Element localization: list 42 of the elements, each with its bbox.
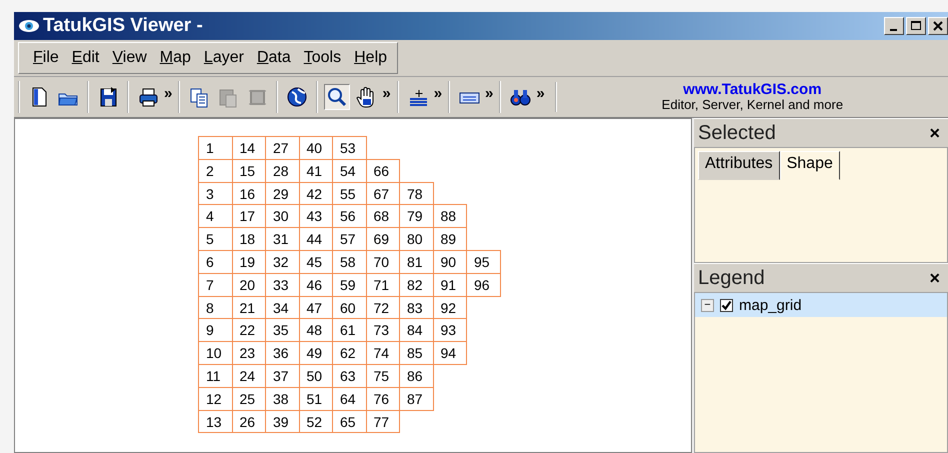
- menu-item[interactable]: Tools: [304, 49, 342, 67]
- grid-cell[interactable]: 96: [466, 272, 500, 297]
- layer-row[interactable]: − map_grid: [695, 293, 947, 317]
- grid-cell[interactable]: 66: [366, 158, 400, 183]
- menu-item[interactable]: File: [33, 49, 59, 67]
- website-link[interactable]: www.TatukGIS.com: [683, 82, 822, 98]
- close-button[interactable]: ×: [929, 268, 940, 288]
- layer-name: map_grid: [739, 296, 802, 314]
- window-title: TatukGIS Viewer -: [43, 15, 204, 37]
- grid-cell[interactable]: 53: [332, 136, 366, 160]
- collapse-toggle[interactable]: −: [701, 298, 714, 312]
- search-icon[interactable]: [324, 84, 350, 110]
- checkbox[interactable]: [720, 298, 733, 312]
- menu-item[interactable]: Layer: [204, 49, 244, 67]
- close-icon[interactable]: [928, 17, 948, 35]
- grid-cell[interactable]: 1: [198, 136, 232, 160]
- grid-cell[interactable]: 94: [432, 341, 467, 365]
- minimize-icon[interactable]: [884, 17, 904, 35]
- overflow-chevron[interactable]: »: [434, 84, 442, 102]
- maximize-icon[interactable]: [906, 17, 926, 35]
- menu-item[interactable]: Map: [160, 49, 191, 67]
- close-button[interactable]: ×: [929, 122, 940, 144]
- menu-item[interactable]: View: [112, 49, 147, 67]
- overflow-chevron[interactable]: »: [485, 84, 494, 102]
- tagline: Editor, Server, Kernel and more: [662, 98, 844, 112]
- grid-cell[interactable]: 13: [198, 410, 232, 434]
- overflow-chevron[interactable]: »: [164, 84, 172, 102]
- panel-title: Legend: [698, 266, 765, 290]
- panel-title: Selected: [698, 122, 776, 144]
- overflow-chevron[interactable]: »: [382, 84, 391, 102]
- menu-item[interactable]: Data: [256, 49, 291, 67]
- tab[interactable]: Attributes: [698, 151, 780, 180]
- menu-item[interactable]: Edit: [72, 49, 100, 67]
- grid-cell[interactable]: 78: [399, 182, 434, 206]
- grid-cell[interactable]: 88: [432, 204, 467, 228]
- grid-cell[interactable]: 77: [366, 410, 400, 434]
- eye-icon: [18, 19, 40, 33]
- tab[interactable]: Shape: [780, 151, 840, 180]
- grid-cell[interactable]: 95: [466, 250, 500, 274]
- overflow-chevron[interactable]: »: [536, 84, 545, 102]
- menu-item[interactable]: Help: [354, 49, 388, 67]
- grid-cell[interactable]: 87: [399, 386, 434, 411]
